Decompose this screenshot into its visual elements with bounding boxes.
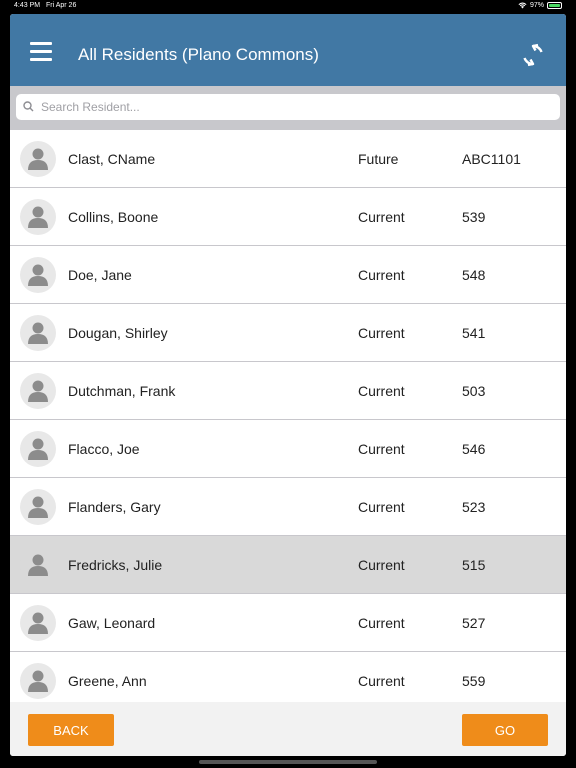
resident-row[interactable]: Flanders, Gary Current 523 [10,478,566,536]
hamburger-menu-icon[interactable] [30,42,56,62]
resident-row[interactable]: Clast, CName Future ABC1101 [10,130,566,188]
resident-status: Current [358,209,405,225]
header-bar: All Residents (Plano Commons) [10,14,566,86]
resident-unit: 548 [462,267,486,283]
resident-unit: 527 [462,615,486,631]
resident-name: Doe, Jane [68,267,132,283]
resident-status: Current [358,673,405,689]
resident-unit: 546 [462,441,486,457]
resident-name: Greene, Ann [68,673,147,689]
person-icon [20,605,56,641]
home-indicator [199,760,377,764]
resident-name: Fredricks, Julie [68,557,163,573]
status-time: 4:43 PM [14,2,41,9]
page-title: All Residents (Plano Commons) [78,45,319,64]
person-icon [20,489,56,525]
person-icon [20,373,56,409]
resident-row[interactable]: Dougan, Shirley Current 541 [10,304,566,362]
resident-list[interactable]: Clast, CName Future ABC1101 Collins, Boone C… [10,130,566,702]
resident-status: Current [358,557,405,573]
resident-unit: 541 [462,325,486,341]
resident-status: Current [358,441,405,457]
resident-status: Future [358,151,399,167]
resident-unit: ABC1101 [462,151,521,167]
person-icon [20,141,56,177]
refresh-icon[interactable] [520,42,546,68]
resident-status: Current [358,325,405,341]
app-window: All Residents (Plano Commons) Clast, CNa… [10,14,566,756]
resident-row[interactable]: Gaw, Leonard Current 527 [10,594,566,652]
resident-name: Clast, CName [68,151,156,167]
resident-row[interactable]: Greene, Ann Current 559 [10,652,566,702]
search-input[interactable] [41,97,541,117]
resident-status: Current [358,383,405,399]
search-box [16,94,560,120]
person-icon [20,315,56,351]
status-date: Fri Apr 26 [46,2,77,9]
person-icon [20,199,56,235]
person-icon [20,663,56,699]
resident-row[interactable]: Fredricks, Julie Current 515 [10,536,566,594]
person-icon [20,257,56,293]
battery-percent: 97% [529,2,544,9]
resident-row[interactable]: Collins, Boone Current 539 [10,188,566,246]
resident-name: Flanders, Gary [68,499,161,515]
person-icon [20,431,56,467]
back-button[interactable]: BACK [28,714,114,746]
footer-bar: BACK GO [10,702,566,756]
battery-icon [547,2,562,9]
resident-unit: 523 [462,499,486,515]
resident-name: Collins, Boone [68,209,159,225]
resident-unit: 515 [462,557,486,573]
resident-row[interactable]: Flacco, Joe Current 546 [10,420,566,478]
person-icon [20,547,56,583]
resident-unit: 559 [462,673,486,689]
resident-status: Current [358,615,405,631]
resident-unit: 503 [462,383,486,399]
resident-status: Current [358,499,405,515]
resident-row[interactable]: Dutchman, Frank Current 503 [10,362,566,420]
resident-name: Dougan, Shirley [68,325,168,341]
resident-name: Gaw, Leonard [68,615,156,631]
wifi-icon [518,2,527,9]
resident-status: Current [358,267,405,283]
resident-row[interactable]: Doe, Jane Current 548 [10,246,566,304]
status-bar: 4:43 PM Fri Apr 26 97% [0,0,576,14]
search-icon [23,101,34,112]
status-right: 97% [518,2,562,9]
go-button[interactable]: GO [462,714,548,746]
resident-name: Flacco, Joe [68,441,140,457]
resident-unit: 539 [462,209,486,225]
search-bar [10,86,566,130]
resident-name: Dutchman, Frank [68,383,176,399]
